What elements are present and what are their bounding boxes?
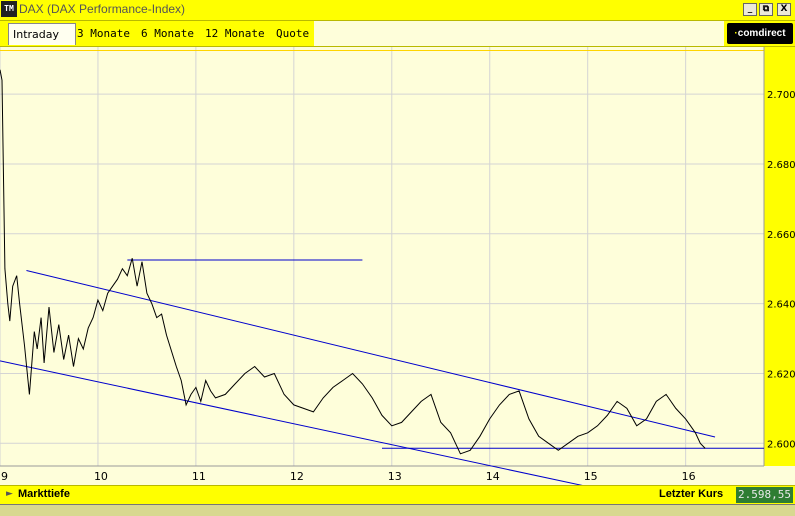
y-axis-band — [764, 47, 795, 466]
app-icon: TM — [1, 1, 17, 17]
x-tick-label: 11 — [192, 470, 206, 483]
markttiefe-link[interactable]: Markttiefe — [18, 488, 70, 500]
comdirect-logo: comdirect — [727, 23, 793, 44]
y-tick-label: 2.600 — [767, 439, 795, 450]
x-tick-label: 14 — [486, 470, 500, 483]
tab-bar-filler — [314, 21, 724, 46]
x-tick-label: 13 — [388, 470, 402, 483]
tab-6-monate[interactable]: 6 Monate — [137, 23, 198, 44]
last-price-value: 2.598,55 — [736, 487, 793, 503]
y-tick-label: 2.620 — [767, 369, 795, 380]
y-tick-label: 2.640 — [767, 300, 795, 311]
chart-background — [0, 47, 795, 485]
status-bar: ► Markttiefe Letzter Kurs 2.598,55 — [0, 485, 795, 504]
x-tick-label: 16 — [682, 470, 696, 483]
tab-3-monate[interactable]: 3 Monate — [73, 23, 134, 44]
tab-bar: Intraday 3 Monate 6 Monate 12 Monate Quo… — [0, 21, 795, 47]
intraday-chart[interactable]: 2.600 2.620 2.640 2.660 2.680 2.700 9 10 11 12 13… — [0, 47, 795, 485]
y-tick-label: 2.700 — [767, 90, 795, 101]
restore-button[interactable]: ⧉ — [759, 3, 773, 16]
x-tick-label: 10 — [94, 470, 108, 483]
title-bar: TM DAX (DAX Performance-Index) _ ⧉ X — [0, 0, 795, 21]
x-tick-label: 12 — [290, 470, 304, 483]
x-tick-label: 15 — [584, 470, 598, 483]
window-title: DAX (DAX Performance-Index) — [19, 2, 186, 16]
x-tick-label: 9 — [1, 470, 8, 483]
tab-quote[interactable]: Quote — [272, 23, 313, 44]
footer-strip — [0, 504, 795, 516]
tab-12-monate[interactable]: 12 Monate — [201, 23, 269, 44]
last-price-label: Letzter Kurs — [659, 488, 724, 500]
app-window: TM DAX (DAX Performance-Index) _ ⧉ X Int… — [0, 0, 795, 516]
tab-intraday[interactable]: Intraday — [8, 23, 76, 45]
y-tick-label: 2.680 — [767, 160, 795, 171]
y-tick-label: 2.660 — [767, 230, 795, 241]
close-button[interactable]: X — [777, 3, 791, 16]
minimize-button[interactable]: _ — [743, 3, 757, 16]
expand-arrow-icon[interactable]: ► — [6, 489, 13, 499]
